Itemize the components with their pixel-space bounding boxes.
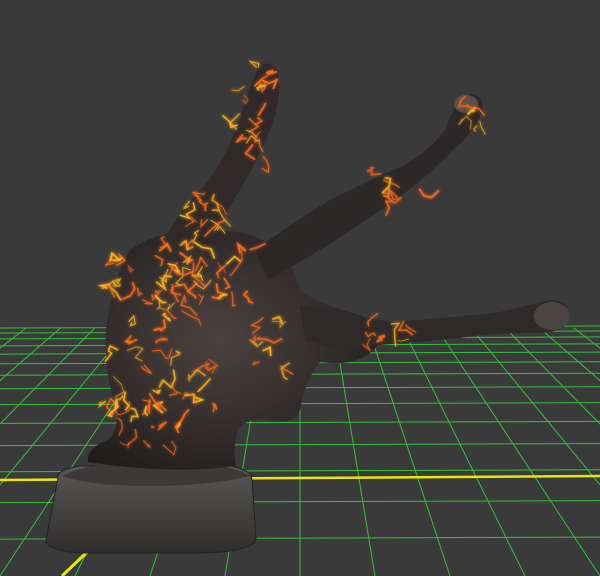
lava-crack xyxy=(150,425,155,428)
model-fingertip xyxy=(534,302,570,330)
3d-viewport[interactable] xyxy=(0,0,600,576)
viewport-canvas[interactable] xyxy=(0,0,600,576)
lava-crack xyxy=(148,399,151,415)
